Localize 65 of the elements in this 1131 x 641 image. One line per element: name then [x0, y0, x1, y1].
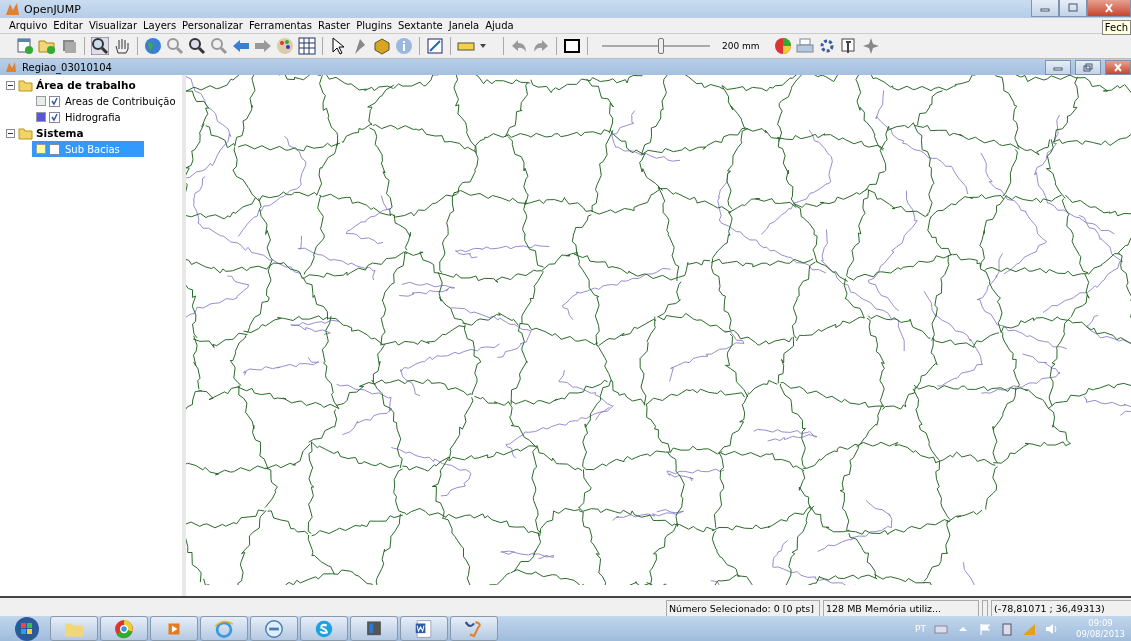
- browser-icon[interactable]: [113, 617, 135, 640]
- arrow-left-icon[interactable]: [232, 37, 250, 55]
- menu-item[interactable]: Plugins: [353, 20, 395, 31]
- map-drawing[interactable]: [186, 75, 1131, 585]
- collapse-icon[interactable]: [6, 80, 15, 90]
- restore-icon: [1082, 62, 1094, 72]
- close-button[interactable]: [1105, 59, 1131, 75]
- category-label[interactable]: Área de trabalho: [36, 79, 136, 91]
- layer-label[interactable]: Areas de Contribuição: [63, 95, 178, 107]
- window-icon[interactable]: [563, 37, 581, 55]
- folder-icon: [18, 77, 33, 93]
- collapse-icon[interactable]: [6, 128, 15, 138]
- tooltip: Fech: [1101, 20, 1131, 35]
- document-icon[interactable]: [413, 617, 435, 640]
- battery-icon[interactable]: [1000, 621, 1014, 636]
- maximize-icon: [1067, 3, 1079, 13]
- document-title: Regiao_03010104: [22, 61, 112, 73]
- menu-item[interactable]: Janela: [445, 20, 483, 31]
- category-label[interactable]: Sistema: [36, 127, 84, 139]
- close-button[interactable]: [1087, 0, 1131, 17]
- round-logo-icon[interactable]: [263, 617, 285, 640]
- hand-icon[interactable]: [113, 37, 131, 55]
- restore-button[interactable]: [1075, 59, 1101, 75]
- clock-time: 09:09: [1088, 617, 1113, 629]
- menu-item[interactable]: Visualizar: [85, 20, 140, 31]
- clock-date: 09/08/2013: [1076, 628, 1125, 640]
- menu-item[interactable]: Raster: [314, 20, 354, 31]
- color-pie-icon[interactable]: [773, 37, 792, 55]
- menu-item[interactable]: Ajuda: [482, 20, 517, 31]
- palette-icon[interactable]: [276, 37, 294, 55]
- menu-item[interactable]: Sextante: [395, 20, 446, 31]
- flag-icon[interactable]: [978, 621, 992, 636]
- scale-label: 200 mm: [722, 41, 760, 51]
- new-window-icon[interactable]: [16, 37, 34, 55]
- slider-thumb[interactable]: [658, 38, 665, 54]
- grid-icon[interactable]: [298, 37, 316, 55]
- zoom-out-icon[interactable]: [188, 37, 206, 55]
- layer-checkbox[interactable]: [49, 95, 60, 107]
- close-icon: [1112, 62, 1124, 72]
- minimize-button[interactable]: [1031, 0, 1059, 17]
- globe-icon[interactable]: [144, 37, 162, 55]
- printer-icon[interactable]: [795, 37, 814, 55]
- close-icon: [1103, 3, 1115, 13]
- layer-checkbox[interactable]: [49, 111, 60, 123]
- menu-item[interactable]: Arquivo: [6, 20, 51, 31]
- layers-icon[interactable]: [60, 37, 78, 55]
- box-icon[interactable]: [373, 37, 391, 55]
- window-title: OpenJUMP: [24, 2, 81, 16]
- folder-add-icon[interactable]: [38, 37, 56, 55]
- frame-icon[interactable]: [839, 37, 858, 55]
- pointer-icon[interactable]: [329, 37, 347, 55]
- arrow-right-icon[interactable]: [254, 37, 272, 55]
- layer-checkbox[interactable]: [49, 143, 60, 155]
- edit-icon[interactable]: [426, 37, 444, 55]
- speaker-icon[interactable]: [1044, 621, 1058, 636]
- start-button[interactable]: [14, 616, 40, 641]
- menu-item[interactable]: Editar: [50, 20, 86, 31]
- menu-item[interactable]: Personalizar: [179, 20, 246, 31]
- maximize-button[interactable]: [1059, 0, 1087, 17]
- menu-item[interactable]: Layers: [140, 20, 180, 31]
- layer-label[interactable]: Hidrografia: [63, 111, 123, 123]
- folder-icon: [18, 125, 33, 141]
- menu-item[interactable]: Ferramentas: [245, 20, 315, 31]
- zoom-icon[interactable]: [91, 37, 109, 55]
- minimize-button[interactable]: [1045, 59, 1071, 75]
